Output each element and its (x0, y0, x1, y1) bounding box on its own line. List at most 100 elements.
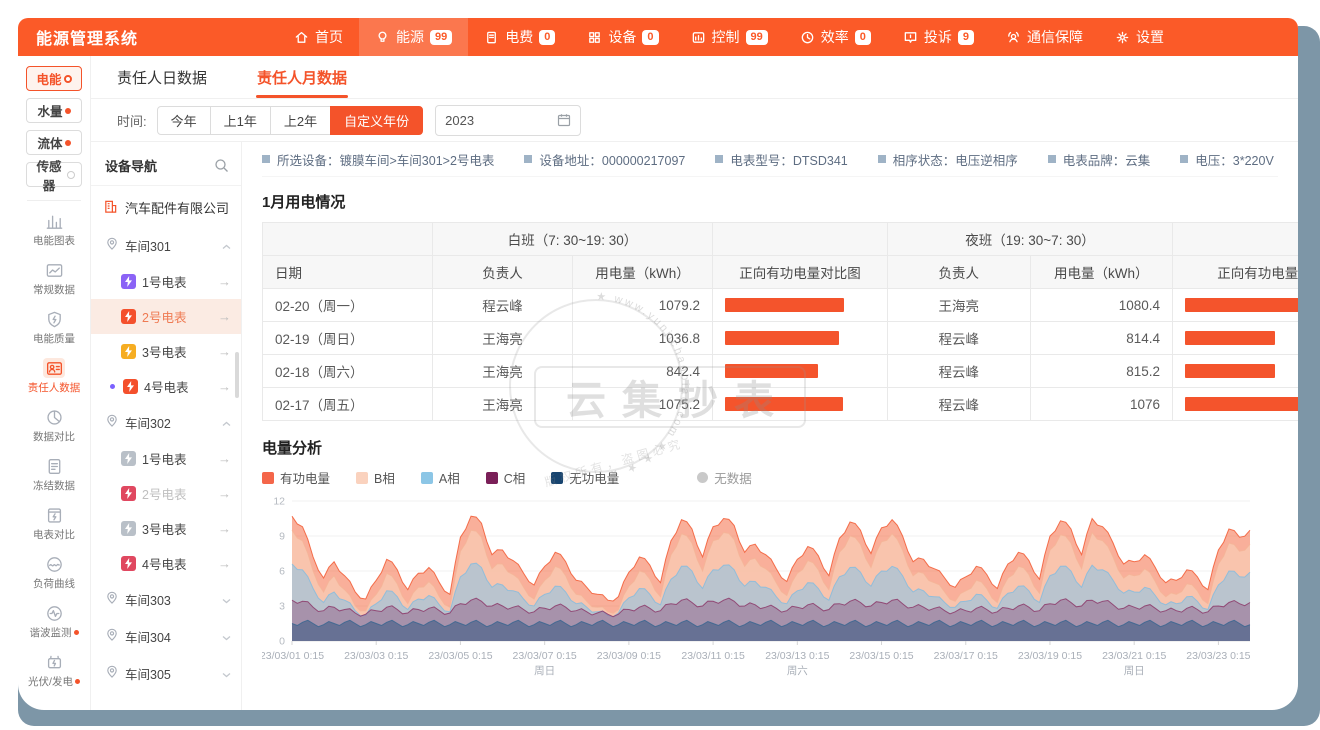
rail-divider (27, 200, 81, 201)
tree-group-车间302[interactable]: 车间302 (91, 404, 241, 441)
line-chart-icon (43, 260, 65, 280)
tree-meter-item[interactable]: 4号电表→ (91, 546, 241, 581)
expand-icon[interactable] (222, 630, 231, 644)
nav-item-5[interactable]: 控制99 (675, 18, 784, 56)
svg-text:6: 6 (279, 566, 285, 578)
goto-arrow-icon[interactable]: → (218, 521, 231, 536)
sidebar-item-label: 冻结数据 (33, 478, 75, 493)
goto-arrow-icon[interactable]: → (218, 486, 231, 501)
nav-item-1[interactable]: 首页 (278, 18, 359, 56)
tab-2[interactable]: 责任人月数据 (257, 56, 347, 98)
legend-item-无功电量[interactable]: 无功电量 (551, 468, 619, 487)
nav-item-label: 能源 (396, 27, 424, 47)
info-bullet-icon (1048, 155, 1056, 163)
time-option-上1年[interactable]: 上1年 (210, 106, 271, 135)
nav-item-8[interactable]: 通信保障 (990, 18, 1099, 56)
time-option-自定义年份[interactable]: 自定义年份 (330, 106, 423, 135)
tree-company-item[interactable]: 汽车配件有限公司 (91, 186, 241, 227)
time-option-上2年[interactable]: 上2年 (270, 106, 331, 135)
sidebar-item-6[interactable]: 冻结数据 (21, 450, 87, 499)
tree-group-车间305[interactable]: 车间305 (91, 655, 241, 692)
category-button-电能[interactable]: 电能 (26, 66, 82, 91)
nav-item-6[interactable]: 效率0 (784, 18, 887, 56)
nav-badge: 0 (855, 30, 871, 45)
tree-meter-item[interactable]: 3号电表→ (91, 334, 241, 369)
energy-area-chart[interactable]: 03691223/03/01 0:1523/03/03 0:1523/03/05… (262, 493, 1258, 685)
tree-meter-item[interactable]: 2号电表→ (91, 299, 241, 334)
svg-text:周日: 周日 (1124, 665, 1145, 677)
nav-item-7[interactable]: 投诉9 (887, 18, 990, 56)
goto-arrow-icon[interactable]: → (218, 451, 231, 466)
nav-item-9[interactable]: 设置 (1099, 18, 1180, 56)
sidebar-item-10[interactable]: 光伏/发电 (21, 646, 87, 695)
nav-badge: 0 (539, 30, 555, 45)
location-pin-icon (105, 628, 119, 645)
goto-arrow-icon[interactable]: → (218, 344, 231, 359)
collapse-icon[interactable] (222, 416, 231, 430)
building-icon (103, 199, 118, 217)
sidebar-item-5[interactable]: 数据对比 (21, 401, 87, 450)
goto-arrow-icon[interactable]: → (218, 556, 231, 571)
tree-meter-item[interactable]: 4号电表 → (91, 369, 241, 404)
cell-night-bar (1173, 388, 1299, 421)
nav-item-label: 设置 (1136, 27, 1164, 47)
tree-group-车间301[interactable]: 车间301 (91, 227, 241, 264)
sidebar-item-7[interactable]: 电表对比 (21, 499, 87, 548)
location-pin-icon (105, 591, 119, 608)
cell-day-person: 王海亮 (433, 388, 573, 421)
tab-1[interactable]: 责任人日数据 (117, 56, 207, 98)
legend-item-有功电量[interactable]: 有功电量 (262, 468, 330, 487)
cell-date: 02-20（周一） (263, 289, 433, 322)
collapse-icon[interactable] (222, 239, 231, 253)
svg-text:3: 3 (279, 601, 285, 613)
sidebar-item-8[interactable]: 负荷曲线 (21, 548, 87, 597)
cell-night-person: 程云峰 (888, 355, 1031, 388)
sidebar-item-label: 负荷曲线 (33, 576, 75, 591)
goto-arrow-icon[interactable]: → (218, 309, 231, 324)
tree-meter-item[interactable]: 1号电表→ (91, 264, 241, 299)
category-button-传感器[interactable]: 传感器 (26, 162, 82, 187)
legend-item-A相[interactable]: A相 (421, 468, 460, 487)
nav-item-4[interactable]: 设备0 (571, 18, 674, 56)
svg-text:23/03/15 0:15: 23/03/15 0:15 (849, 650, 913, 662)
tree-meter-item[interactable]: 3号电表→ (91, 511, 241, 546)
col-usage: 用电量（kWh） (1030, 256, 1173, 289)
legend-item-C相[interactable]: C相 (486, 468, 526, 487)
goto-arrow-icon[interactable]: → (218, 379, 231, 394)
meter-icon (121, 521, 136, 536)
tree-group-车间304[interactable]: 车间304 (91, 618, 241, 655)
solar-icon (43, 652, 65, 672)
legend-item-B相[interactable]: B相 (356, 468, 395, 487)
nav-item-2[interactable]: 能源99 (359, 18, 468, 56)
category-button-流体[interactable]: 流体 (26, 130, 82, 155)
complaint-icon (903, 30, 918, 45)
nav-item-label: 首页 (315, 27, 343, 47)
year-picker[interactable]: 2023 (435, 105, 581, 136)
svg-text:23/03/11 0:15: 23/03/11 0:15 (681, 650, 745, 662)
svg-text:23/03/21 0:15: 23/03/21 0:15 (1102, 650, 1166, 662)
sidebar-item-3[interactable]: 电能质量 (21, 303, 87, 352)
expand-icon[interactable] (222, 593, 231, 607)
cell-night-kwh: 815.2 (1030, 355, 1173, 388)
sidebar-item-4[interactable]: 责任人数据 (21, 352, 87, 401)
category-button-水量[interactable]: 水量 (26, 98, 82, 123)
tree-scrollbar[interactable] (235, 352, 239, 398)
sidebar-item-9[interactable]: 谐波监测 (21, 597, 87, 646)
category-label: 流体 (37, 133, 62, 152)
tree-meter-item[interactable]: 2号电表→ (91, 476, 241, 511)
calendar-icon (557, 113, 571, 127)
sidebar-item-1[interactable]: 电能图表 (21, 205, 87, 254)
cell-night-kwh: 1076 (1030, 388, 1173, 421)
nav-item-3[interactable]: 电费0 (468, 18, 571, 56)
sidebar-item-2[interactable]: 常规数据 (21, 254, 87, 303)
expand-icon[interactable] (222, 667, 231, 681)
goto-arrow-icon[interactable]: → (218, 274, 231, 289)
search-icon[interactable] (214, 158, 229, 173)
category-label: 电能 (36, 69, 61, 88)
tree-group-车间303[interactable]: 车间303 (91, 581, 241, 618)
time-option-今年[interactable]: 今年 (157, 106, 211, 135)
table-row: 02-17（周五） 王海亮 1075.2 程云峰 1076 (263, 388, 1299, 421)
tree-meter-label: 4号电表 (144, 377, 188, 396)
cell-date: 02-18（周六） (263, 355, 433, 388)
tree-meter-item[interactable]: 1号电表→ (91, 441, 241, 476)
